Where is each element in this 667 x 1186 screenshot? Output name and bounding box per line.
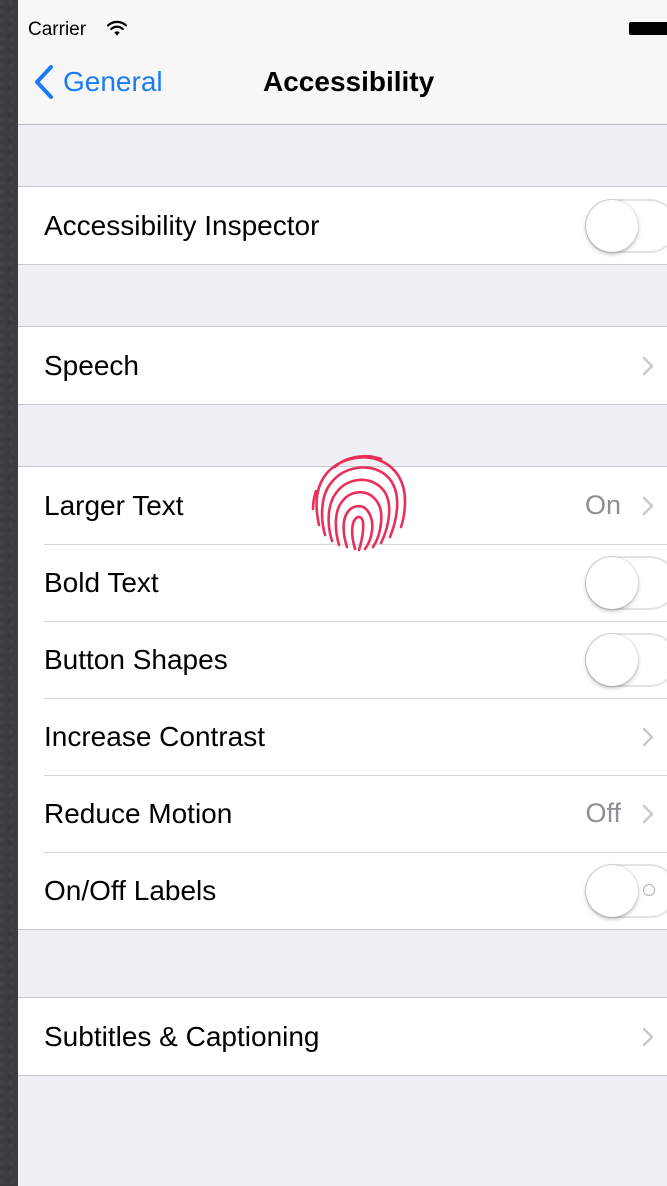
- row-label: Reduce Motion: [44, 797, 233, 829]
- off-label-circle-icon: [643, 883, 655, 896]
- toggle-knob: [586, 556, 638, 609]
- settings-row-subtitles-captioning[interactable]: Subtitles & Captioning: [18, 998, 667, 1075]
- settings-row-increase-contrast[interactable]: Increase Contrast: [18, 698, 667, 775]
- chevron-right-icon: [642, 496, 654, 515]
- bold-text-toggle[interactable]: [585, 555, 667, 610]
- navigation-bar: General Accessibility: [18, 40, 667, 125]
- settings-row-button-shapes: Button Shapes: [18, 621, 667, 698]
- back-button[interactable]: General: [32, 62, 163, 102]
- carrier-label: Carrier: [28, 19, 87, 40]
- group-inspector: Accessibility Inspector: [18, 186, 667, 265]
- accessibility-inspector-toggle[interactable]: [585, 198, 667, 253]
- button-shapes-toggle[interactable]: [585, 632, 667, 687]
- chevron-right-icon: [642, 1027, 654, 1046]
- chevron-left-icon: [35, 65, 53, 99]
- row-label: Bold Text: [44, 566, 159, 598]
- chevron-right-icon: [642, 804, 654, 823]
- settings-row-reduce-motion[interactable]: Reduce Motion Off: [18, 775, 667, 852]
- chevron-right-icon: [642, 356, 654, 375]
- row-label: Speech: [44, 349, 139, 381]
- settings-row-on-off-labels: On/Off Labels: [18, 852, 667, 929]
- back-button-label: General: [63, 66, 163, 97]
- device-screen: Carrier General Accessibility Accessibil…: [18, 0, 667, 1186]
- row-value: Off: [585, 798, 621, 828]
- on-off-labels-toggle[interactable]: [585, 863, 667, 918]
- battery-icon: [629, 22, 667, 35]
- row-label: Increase Contrast: [44, 720, 265, 752]
- row-label: On/Off Labels: [44, 874, 217, 906]
- row-label: Subtitles & Captioning: [44, 1020, 320, 1052]
- status-bar: Carrier: [18, 0, 667, 40]
- page-title: Accessibility: [263, 66, 435, 97]
- settings-row-accessibility-inspector: Accessibility Inspector: [18, 187, 667, 264]
- toggle-knob: [586, 633, 638, 686]
- fingerprint-icon: [311, 454, 407, 552]
- toggle-knob: [586, 864, 638, 917]
- row-label: Button Shapes: [44, 643, 228, 675]
- chevron-right-icon: [642, 727, 654, 746]
- row-label: Accessibility Inspector: [44, 209, 320, 241]
- settings-row-speech[interactable]: Speech: [18, 327, 667, 404]
- toggle-knob: [586, 199, 638, 252]
- row-value: On: [584, 490, 621, 520]
- group-subtitles: Subtitles & Captioning: [18, 997, 667, 1076]
- wifi-icon: [107, 20, 127, 36]
- group-speech: Speech: [18, 326, 667, 405]
- row-label: Larger Text: [44, 489, 184, 521]
